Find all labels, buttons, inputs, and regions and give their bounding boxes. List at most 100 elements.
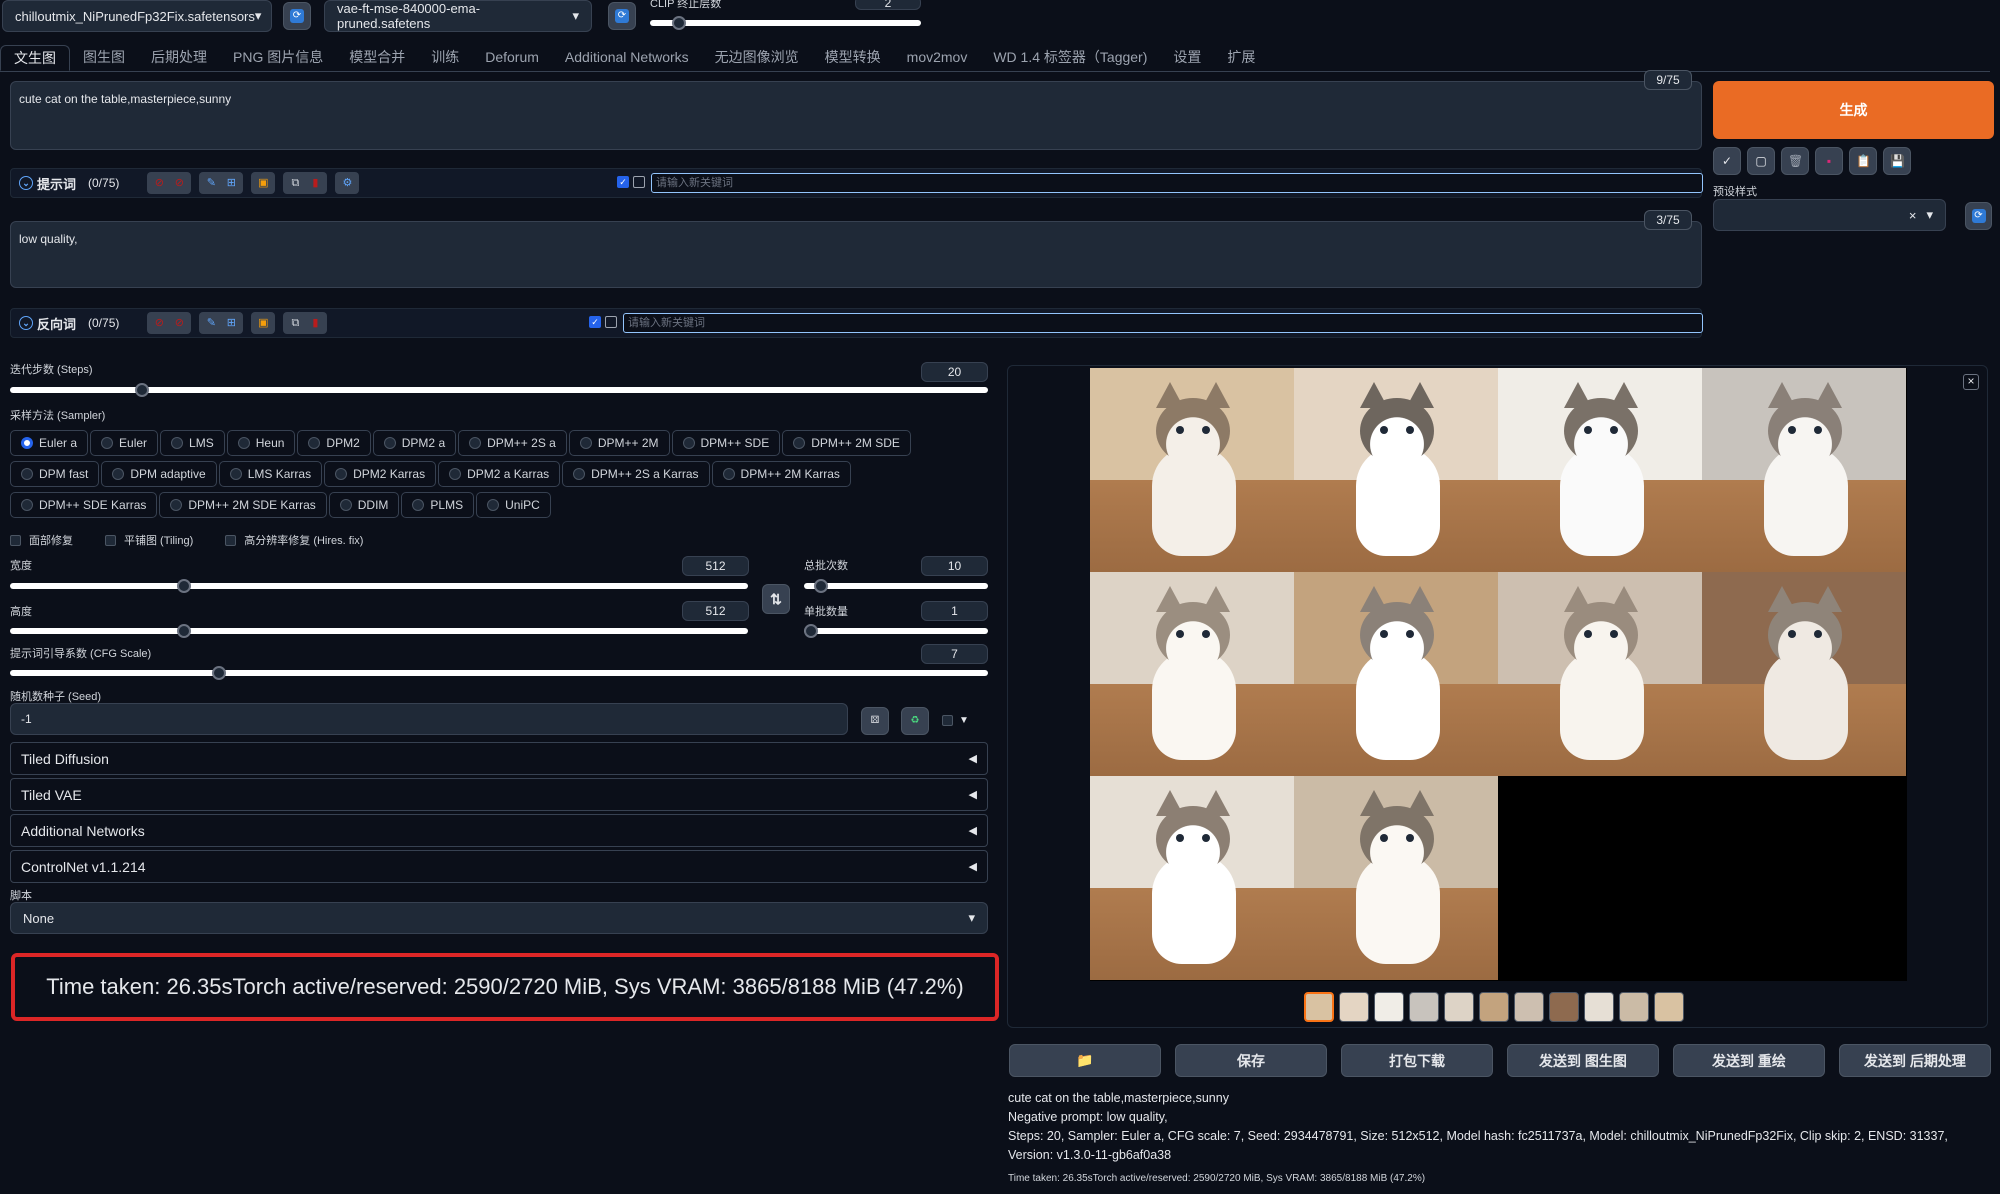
option-checkbox[interactable]: 面部修复: [10, 532, 73, 548]
refresh-styles-button[interactable]: ⟳: [1965, 202, 1992, 230]
remove-icon[interactable]: ⊘: [170, 174, 188, 192]
tab-11[interactable]: WD 1.4 标签器（Tagger): [980, 45, 1160, 71]
batch-count-slider[interactable]: [804, 579, 988, 593]
slider-knob[interactable]: [672, 16, 686, 30]
accordion-3[interactable]: ControlNet v1.1.214 ◀: [10, 850, 988, 883]
sampler-option[interactable]: DPM++ 2M: [568, 430, 670, 456]
gallery-thumbnail[interactable]: [1409, 992, 1439, 1022]
tab-12[interactable]: 设置: [1160, 45, 1214, 71]
steps-slider[interactable]: [10, 383, 988, 397]
remove-icon[interactable]: ⊘: [170, 314, 188, 332]
clip-skip-slider[interactable]: [650, 16, 921, 30]
tab-6[interactable]: Deforum: [472, 45, 552, 71]
option-checkbox[interactable]: 平铺图 (Tiling): [105, 532, 193, 548]
sampler-option[interactable]: DPM2 a: [372, 430, 457, 456]
clipboard-button[interactable]: 📋: [1849, 147, 1877, 175]
height-slider[interactable]: [10, 624, 748, 638]
delete-icon[interactable]: ▮: [306, 314, 324, 332]
checkbox-box[interactable]: [225, 534, 237, 546]
gallery-button-4[interactable]: 发送到 后期处理: [1839, 1044, 1991, 1077]
gallery-thumbnail[interactable]: [1584, 992, 1614, 1022]
edit-icon[interactable]: ✎: [202, 174, 220, 192]
random-seed-button[interactable]: ⚄: [861, 707, 889, 735]
gallery-image[interactable]: [1090, 776, 1294, 980]
sampler-option[interactable]: Heun: [226, 430, 296, 456]
sampler-option[interactable]: DDIM: [328, 492, 400, 518]
extra-seed-checkbox[interactable]: [942, 715, 953, 726]
tab-13[interactable]: 扩展: [1214, 45, 1268, 71]
edit-icon[interactable]: ✎: [202, 314, 220, 332]
extra-seed-toggle[interactable]: ▼: [942, 715, 969, 726]
slider-knob[interactable]: [176, 624, 191, 638]
tab-8[interactable]: 无边图像浏览: [702, 45, 812, 71]
cfg-input[interactable]: 7: [921, 644, 988, 664]
refresh-vae-button[interactable]: ⟳: [608, 2, 636, 30]
sampler-option[interactable]: DPM2 Karras: [324, 461, 437, 487]
settings-icon[interactable]: ⚙: [338, 174, 356, 192]
gallery-button-1[interactable]: 打包下载: [1341, 1044, 1493, 1077]
prompt-bar-title-group[interactable]: ⌄ 提示词 (0/75): [19, 174, 119, 193]
gallery-image[interactable]: [1294, 572, 1498, 776]
tab-10[interactable]: mov2mov: [894, 45, 981, 71]
sampler-option[interactable]: DPM++ 2S a Karras: [562, 461, 710, 487]
sampler-option[interactable]: DPM++ SDE Karras: [10, 492, 158, 518]
gallery-image[interactable]: [1090, 572, 1294, 776]
gallery-thumbnail[interactable]: [1444, 992, 1474, 1022]
clear-icon[interactable]: ⊘: [150, 174, 168, 192]
generate-button[interactable]: 生成: [1713, 81, 1994, 139]
styles-dropdown[interactable]: × ▾: [1713, 199, 1946, 231]
tab-5[interactable]: 训练: [418, 45, 472, 71]
accordion-2[interactable]: Additional Networks ◀: [10, 814, 988, 847]
slider-knob[interactable]: [135, 383, 150, 397]
sampler-option[interactable]: DPM2: [297, 430, 371, 456]
tab-2[interactable]: 后期处理: [138, 45, 220, 71]
gallery-thumbnail[interactable]: [1619, 992, 1649, 1022]
delete-icon[interactable]: ▮: [306, 174, 324, 192]
batch-size-slider[interactable]: [804, 624, 988, 638]
gallery-thumbnail[interactable]: [1514, 992, 1544, 1022]
sampler-option[interactable]: DPM2 a Karras: [438, 461, 561, 487]
checkbox-box[interactable]: [105, 534, 116, 546]
clear-styles-icon[interactable]: ×: [1909, 208, 1917, 223]
check-button[interactable]: ✓: [1713, 147, 1741, 175]
tab-0[interactable]: 文生图: [0, 45, 70, 71]
script-dropdown[interactable]: None ▾: [10, 902, 988, 934]
refresh-model-button[interactable]: ⟳: [283, 2, 311, 30]
sampler-option[interactable]: Euler a: [10, 430, 89, 456]
gallery-thumbnail[interactable]: [1304, 992, 1334, 1022]
gallery-button-0[interactable]: 保存: [1175, 1044, 1327, 1077]
negative-prompt-textarea[interactable]: low quality,: [10, 221, 1702, 288]
reuse-seed-button[interactable]: ♻: [901, 707, 929, 735]
swap-dimensions-button[interactable]: ⇅: [762, 584, 790, 614]
slider-knob[interactable]: [212, 666, 227, 680]
slider-knob[interactable]: [814, 579, 829, 593]
gallery-thumbnail[interactable]: [1549, 992, 1579, 1022]
steps-input[interactable]: 20: [921, 362, 988, 382]
gallery-image[interactable]: [1498, 572, 1702, 776]
negative-keyword-input[interactable]: 请输入新关键词: [623, 313, 1703, 333]
sampler-option[interactable]: LMS Karras: [218, 461, 323, 487]
save-style-button[interactable]: 💾: [1883, 147, 1911, 175]
square-button[interactable]: ▢: [1747, 147, 1775, 175]
gallery-thumbnail[interactable]: [1479, 992, 1509, 1022]
tab-4[interactable]: 模型合并: [336, 45, 418, 71]
slider-knob[interactable]: [176, 579, 191, 593]
tab-1[interactable]: 图生图: [70, 45, 138, 71]
vae-dropdown[interactable]: vae-ft-mse-840000-ema-pruned.safetens ▾: [324, 0, 592, 32]
tab-7[interactable]: Additional Networks: [552, 45, 702, 71]
seed-input[interactable]: -1: [10, 703, 848, 735]
height-input[interactable]: 512: [682, 601, 749, 621]
option-checkbox[interactable]: 高分辨率修复 (Hires. fix): [225, 532, 363, 548]
kw-checkbox[interactable]: ✓: [589, 316, 601, 328]
gallery-close-icon[interactable]: ×: [1963, 374, 1979, 390]
checkbox-box[interactable]: [10, 534, 21, 546]
gallery-thumbnail[interactable]: [1374, 992, 1404, 1022]
gallery-button-2[interactable]: 发送到 图生图: [1507, 1044, 1659, 1077]
translate-icon[interactable]: ▣: [254, 174, 272, 192]
width-input[interactable]: 512: [682, 556, 749, 576]
trash-button[interactable]: 🗑: [1781, 147, 1809, 175]
gallery-image[interactable]: [1294, 776, 1498, 980]
bookmark-icon[interactable]: ⊞: [222, 314, 240, 332]
accordion-0[interactable]: Tiled Diffusion ◀: [10, 742, 988, 775]
sampler-option[interactable]: DPM++ 2M SDE: [782, 430, 911, 456]
